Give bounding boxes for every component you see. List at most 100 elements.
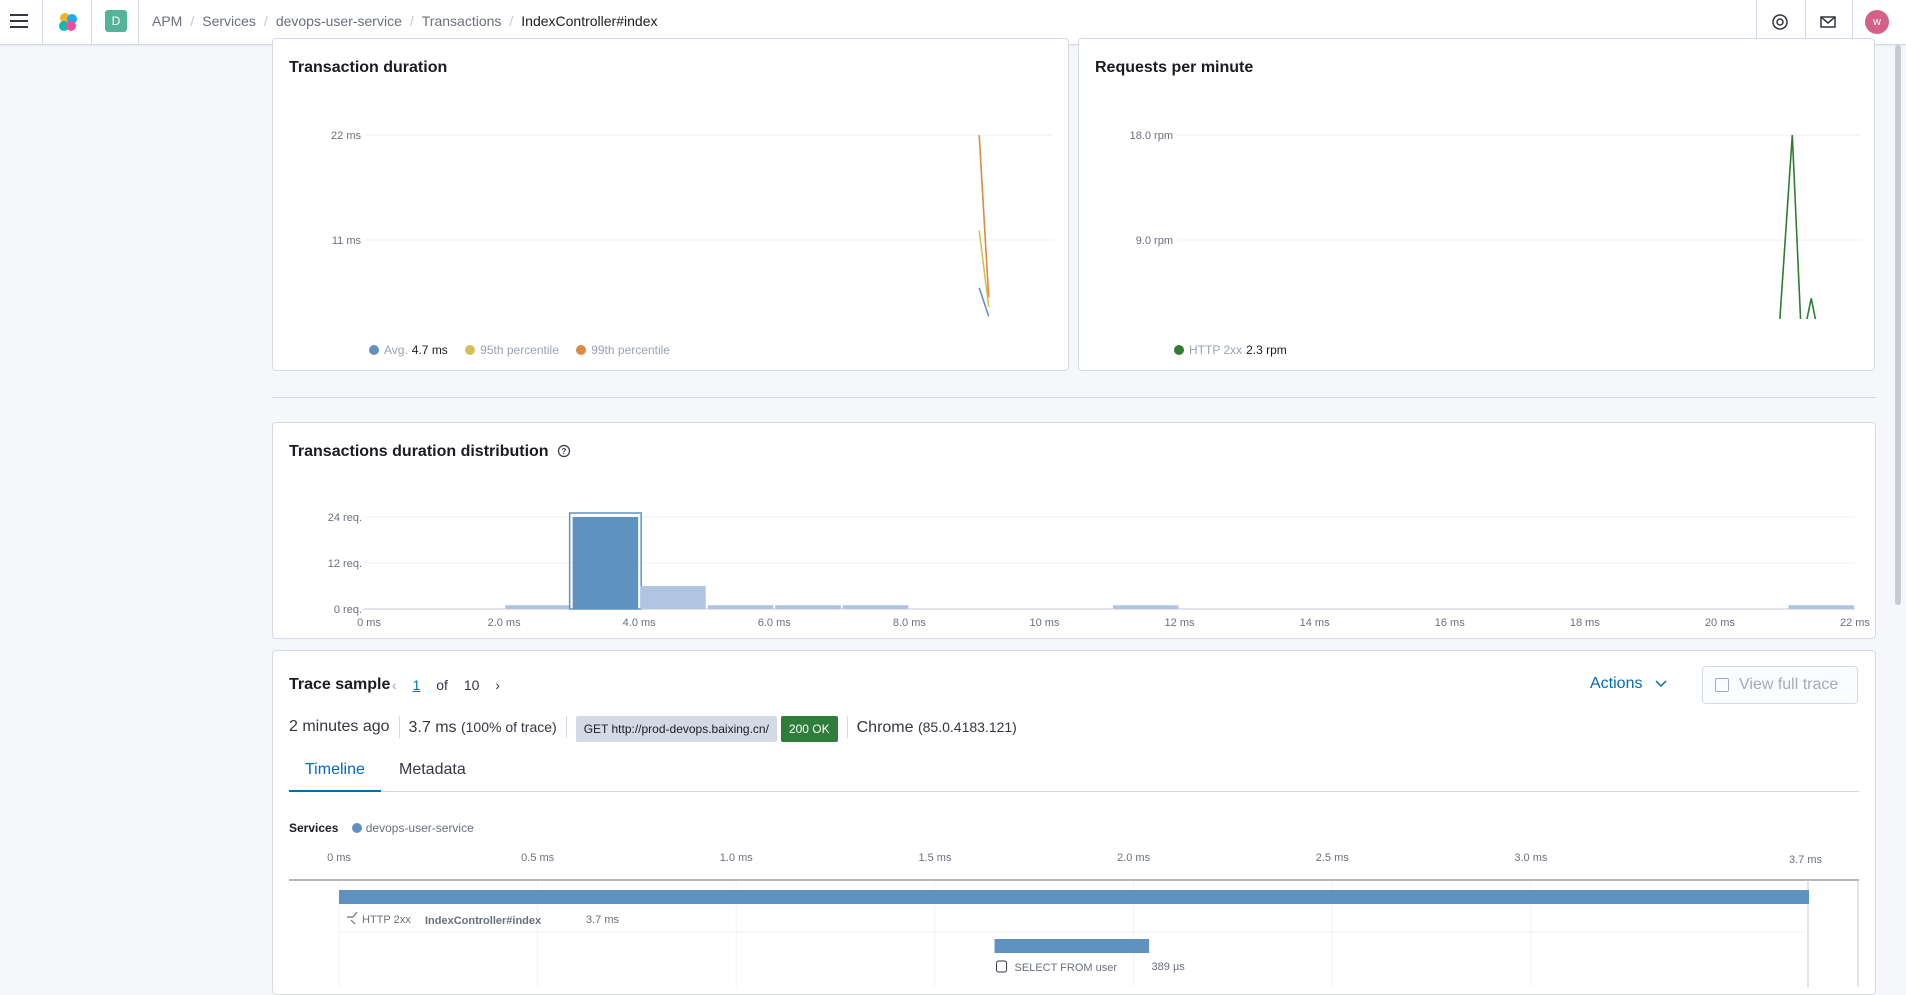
- p95-dot-icon: [465, 345, 476, 355]
- mail-icon[interactable]: [1818, 12, 1838, 32]
- duration-value: 3.7 ms: [408, 719, 457, 736]
- trace-summary: 2 minutes ago 3.7 ms (100% of trace) GET h…: [289, 716, 1035, 742]
- page-scrollbar[interactable]: [1895, 45, 1901, 605]
- breadcrumb-apm[interactable]: APM: [152, 13, 182, 29]
- timeline-tick-label: 1.5 ms: [918, 852, 952, 864]
- actions-button[interactable]: Actions: [1590, 675, 1667, 693]
- tab-timeline[interactable]: Timeline: [289, 760, 381, 792]
- trace-browser: Chrome (85.0.4183.121): [857, 716, 1026, 738]
- services-label: Services: [289, 821, 339, 835]
- trace-pager: ‹ 1 of 10 ›: [392, 677, 500, 693]
- trace-timeline[interactable]: 0 ms 0.5 ms 1.0 ms 1.5 ms 2.0 ms 2.5 ms 3.0 ms…: [289, 840, 1859, 987]
- document-icon: [1715, 678, 1729, 692]
- span-name-label: SELECT FROM user: [1015, 962, 1118, 974]
- breadcrumb: APM / Services / devops-user-service / Transac…: [152, 13, 658, 29]
- url-badge: GET http://prod-devops.baixing.cn/: [575, 716, 777, 742]
- help-tooltip-icon[interactable]: ?: [557, 444, 571, 458]
- svg-text:?: ?: [562, 447, 567, 456]
- tab-metadata[interactable]: Metadata: [383, 760, 482, 792]
- help-icon[interactable]: [1770, 12, 1790, 32]
- timeline-tick-label: 1.0 ms: [720, 852, 754, 864]
- avg-dot-icon: [369, 345, 379, 355]
- service-dot-icon: [351, 823, 362, 833]
- database-icon: [996, 960, 1008, 973]
- service-name[interactable]: devops-user-service: [366, 821, 474, 835]
- transaction-duration-chart[interactable]: 22 ms11 ms0 ms09:3709:3809:3909:4009:410…: [273, 79, 1070, 319]
- breadcrumb-services[interactable]: Services: [202, 13, 256, 29]
- x-tick-label: 12 ms: [1165, 617, 1195, 629]
- chevron-down-icon: [1655, 680, 1667, 688]
- y-tick-label: 12 req.: [328, 558, 362, 570]
- span-bar: [339, 890, 1809, 904]
- legend-p95[interactable]: 95th percentile: [465, 343, 559, 357]
- legend-avg[interactable]: Avg. 4.7 ms: [369, 343, 448, 357]
- y-tick-label: 24 req.: [328, 512, 362, 524]
- user-avatar[interactable]: w: [1865, 10, 1889, 34]
- requests-per-minute-panel: Requests per minute 18.0 rpm9.0 rpm0.0 r…: [1078, 38, 1875, 371]
- x-tick-label: 2.0 ms: [488, 617, 522, 629]
- trace-request: GET http://prod-devops.baixing.cn/200 OK: [575, 716, 848, 742]
- histogram-bar: [1113, 605, 1179, 609]
- legend-label: Avg.: [384, 343, 408, 357]
- space-avatar[interactable]: D: [105, 10, 127, 32]
- timeline-tick-label: 0.5 ms: [521, 852, 555, 864]
- chevron-left-icon[interactable]: ‹: [392, 677, 397, 693]
- y-tick-label: 11 ms: [332, 235, 362, 247]
- rpm-legend: HTTP 2xx 2.3 rpm: [1174, 343, 1301, 357]
- panel-title: Transactions duration distribution ?: [289, 443, 571, 461]
- series-line: [1779, 134, 1817, 319]
- legend-label: HTTP 2xx: [1189, 343, 1243, 357]
- header-divider: [138, 0, 139, 45]
- distribution-title: Transactions duration distribution: [289, 443, 549, 460]
- x-tick-label: 0 ms: [357, 617, 381, 629]
- timeline-tick-label: 2.0 ms: [1117, 852, 1151, 864]
- x-tick-label: 6.0 ms: [758, 617, 792, 629]
- legend-label: 99th percentile: [591, 343, 670, 357]
- timeline-tick-label: 0 ms: [327, 852, 351, 864]
- section-divider: [272, 397, 1876, 398]
- transaction-duration-legend: Avg. 4.7 ms 95th percentile 99th percenti…: [369, 343, 684, 357]
- http2xx-dot-icon: [1174, 345, 1184, 355]
- requests-per-minute-chart[interactable]: 18.0 rpm9.0 rpm0.0 rpm09:3709:3809:3909:…: [1079, 79, 1876, 319]
- total-pages: 10: [463, 677, 480, 693]
- status-badge: 200 OK: [780, 716, 838, 742]
- breadcrumb-current: IndexController#index: [521, 13, 658, 29]
- current-page[interactable]: 1: [413, 677, 421, 693]
- header-divider: [91, 0, 92, 45]
- distribution-chart[interactable]: 24 req. 12 req. 0 req.0 ms 2.0 ms 4.0 ms 6.0 …: [273, 463, 1877, 638]
- x-tick-label: 10 ms: [1029, 617, 1059, 629]
- x-tick-label: 4.0 ms: [623, 617, 657, 629]
- x-tick-label: 20 ms: [1705, 617, 1735, 629]
- x-tick-label: 14 ms: [1300, 617, 1330, 629]
- legend-value: 2.3 rpm: [1246, 343, 1287, 357]
- trace-time-ago: 2 minutes ago: [289, 716, 400, 738]
- trace-tabs: Timeline Metadata: [289, 760, 1859, 792]
- legend-http2xx[interactable]: HTTP 2xx 2.3 rpm: [1174, 343, 1287, 357]
- timeline-total: 3.7 ms: [1789, 854, 1823, 866]
- elastic-logo-icon[interactable]: [56, 10, 80, 34]
- histogram-bar: [572, 517, 639, 609]
- view-full-trace-button[interactable]: View full trace: [1702, 666, 1858, 704]
- of-label: of: [436, 677, 448, 693]
- browser-version: (85.0.4183.121): [917, 719, 1017, 735]
- y-tick-label: 18.0 rpm: [1130, 130, 1173, 142]
- chevron-right-icon[interactable]: ›: [495, 677, 500, 693]
- histogram-bar: [842, 605, 909, 609]
- x-tick-label: 22 ms: [1840, 617, 1870, 629]
- histogram-bar: [707, 605, 774, 609]
- view-full-trace-label: View full trace: [1739, 676, 1839, 693]
- distribution-panel: Transactions duration distribution ? 24 …: [272, 422, 1876, 639]
- breadcrumb-transactions[interactable]: Transactions: [422, 13, 502, 29]
- x-tick-label: 16 ms: [1435, 617, 1465, 629]
- header-divider: [42, 0, 43, 45]
- legend-value: 4.7 ms: [411, 343, 448, 357]
- span-type-label: HTTP 2xx: [362, 914, 411, 926]
- legend-p99[interactable]: 99th percentile: [576, 343, 670, 357]
- histogram-bar: [775, 605, 841, 609]
- legend-label: 95th percentile: [480, 343, 559, 357]
- trace-duration: 3.7 ms (100% of trace): [409, 716, 567, 738]
- menu-icon[interactable]: [8, 10, 30, 32]
- breadcrumb-service[interactable]: devops-user-service: [276, 13, 402, 29]
- http-icon: [347, 911, 358, 925]
- histogram-bar: [1788, 605, 1854, 609]
